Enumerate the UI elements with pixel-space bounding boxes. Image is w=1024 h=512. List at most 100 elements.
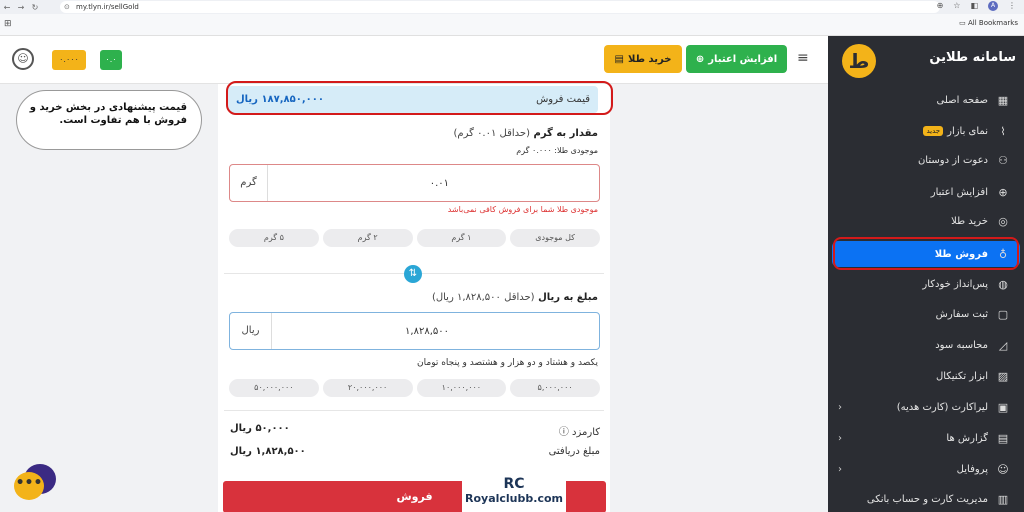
back-icon[interactable]: ← <box>0 3 14 12</box>
grid-icon: ▦ <box>997 93 1009 107</box>
browser-actions: ⊕ ☆ ◧ A ⋮ <box>937 1 1016 11</box>
rial-amount-field[interactable]: ۱,۸۲۸,۵۰۰ ریال <box>229 312 600 350</box>
address-bar[interactable]: ⊙ my.tlyn.ir/sellGold <box>60 1 940 13</box>
url-text: my.tlyn.ir/sellGold <box>76 3 139 11</box>
bookmarks-bar: ⊞ ▭ All Bookmarks <box>0 14 1024 36</box>
bank-card-icon: ▥ <box>997 492 1009 506</box>
chip-2-gram[interactable]: ۲ گرم <box>322 229 413 247</box>
extensions-icon[interactable]: ◧ <box>970 1 978 11</box>
received-amount-value: ۱,۸۲۸,۵۰۰ ریال <box>230 446 306 457</box>
sidebar-item-place-order[interactable]: ▢ ثبت سفارش <box>832 301 1020 327</box>
increase-credit-button[interactable]: ⊕ افزایش اعتبار <box>686 45 787 73</box>
chip-10m-rial[interactable]: ۱۰,۰۰۰,۰۰۰ <box>416 379 507 397</box>
credit-balance-badge[interactable]: ۰.۰ <box>100 50 122 70</box>
users-icon: ⚇ <box>998 153 1008 167</box>
coins-icon: ▤ <box>614 53 624 65</box>
report-icon: ▤ <box>997 431 1009 445</box>
browser-menu-icon[interactable]: ⋮ <box>1008 1 1016 11</box>
gold-balance-badge[interactable]: ۰.۰۰۰ <box>52 50 86 70</box>
sidebar-item-invite-friends[interactable]: ⚇ دعوت از دوستان <box>832 147 1020 173</box>
star-icon[interactable]: ☆ <box>953 1 960 11</box>
watermark-text: Royalclubb.com <box>465 492 563 505</box>
sidebar-item-market-view[interactable]: ⌇ نمای بازار جدید <box>832 118 1020 144</box>
insufficient-balance-error: موجودی طلا شما برای فروش کافی نمی‌باشد <box>447 205 598 214</box>
area-chart-icon: ◿ <box>998 338 1008 352</box>
sidebar-item-increase-credit[interactable]: ⊕ افزایش اعتبار <box>832 179 1020 205</box>
chip-20m-rial[interactable]: ۲۰,۰۰۰,۰۰۰ <box>322 379 413 397</box>
rial-quick-chips: ۵,۰۰۰,۰۰۰ ۱۰,۰۰۰,۰۰۰ ۲۰,۰۰۰,۰۰۰ ۵۰,۰۰۰,۰… <box>229 379 600 397</box>
brand-logo[interactable]: ط <box>842 44 876 78</box>
gram-quick-chips: کل موجودی ۱ گرم ۲ گرم ۵ گرم <box>229 229 600 247</box>
user-icon: ☺ <box>997 462 1009 476</box>
money-bag-icon: ♁ <box>998 247 1008 261</box>
coins-icon: ◎ <box>998 214 1008 228</box>
sidebar: سامانه طلاین ط ▦ صفحه اصلی ⌇ نمای بازار … <box>828 36 1024 512</box>
browser-toolbar: ← → ↻ ⊙ my.tlyn.ir/sellGold ⊕ ☆ ◧ A ⋮ <box>0 0 1024 14</box>
chevron-left-icon: ‹ <box>838 432 842 444</box>
chart-icon: ⌇ <box>1000 124 1006 138</box>
chat-dots-icon: ••• <box>14 472 44 500</box>
chevron-left-icon: ‹ <box>838 463 842 475</box>
received-amount-label: مبلغ دریافتی <box>548 446 600 457</box>
watermark-logo: RC Royalclubb.com <box>462 476 566 512</box>
sidebar-item-profile[interactable]: ☺ پروفایل ‹ <box>832 456 1020 482</box>
hamburger-menu-icon[interactable]: ≡ <box>797 50 809 66</box>
rial-unit-label: ریال <box>230 313 272 349</box>
buy-gold-button[interactable]: ▤ خرید طلا <box>604 45 682 73</box>
sell-price-label: قیمت فروش <box>536 94 590 105</box>
sidebar-item-buy-gold[interactable]: ◎ خرید طلا <box>832 208 1020 234</box>
swap-icon[interactable]: ⇅ <box>404 265 422 283</box>
forward-icon[interactable]: → <box>14 3 28 12</box>
fee-value: ۵۰,۰۰۰ ریال <box>230 423 290 434</box>
fee-row: کارمزد ⓘ ۵۰,۰۰۰ ریال <box>230 423 600 438</box>
gold-balance-text: موجودی طلا: ۰.۰۰۰ گرم <box>516 146 598 155</box>
rial-amount-title: مبلغ به ریال (حداقل ۱,۸۲۸,۵۰۰ ریال) <box>431 292 598 303</box>
amount-in-words: یکصد و هشتاد و دو هزار و هشتصد و پنجاه ت… <box>417 358 598 368</box>
sidebar-item-bank-card[interactable]: ▥ مدیریت کارت و حساب بانکی <box>832 486 1020 512</box>
sidebar-item-home[interactable]: ▦ صفحه اصلی <box>832 87 1020 113</box>
fee-label: کارمزد ⓘ <box>558 427 600 438</box>
chevron-left-icon: ‹ <box>838 401 842 413</box>
sell-price-box: قیمت فروش ۱۸۷,۸۵۰,۰۰۰ ریال <box>228 86 598 113</box>
new-badge: جدید <box>923 126 944 136</box>
sidebar-item-auto-saving[interactable]: ◍ پس‌انداز خودکار <box>832 271 1020 297</box>
chip-50m-rial[interactable]: ۵۰,۰۰۰,۰۰۰ <box>229 379 319 397</box>
sidebar-item-sell-gold[interactable]: ♁ فروش طلا <box>832 241 1020 267</box>
user-account-icon[interactable]: ☺ <box>12 48 34 70</box>
watermark-mark: RC <box>503 476 525 492</box>
piggy-icon: ◍ <box>998 277 1008 291</box>
all-bookmarks-link[interactable]: ▭ All Bookmarks <box>959 19 1018 27</box>
annotation-callout: قیمت پیشنهادی در بخش خرید و فروش با هم ت… <box>16 90 202 150</box>
section-divider <box>224 410 604 411</box>
site-info-icon[interactable]: ⊙ <box>64 1 70 13</box>
sell-price-value: ۱۸۷,۸۵۰,۰۰۰ ریال <box>236 94 324 105</box>
top-header: ☺ ۰.۰۰۰ ۰.۰ ▤ خرید طلا ⊕ افزایش اعتبار ≡ <box>0 36 828 84</box>
gram-amount-title: مقدار به گرم (حداقل ۰.۰۱ گرم) <box>453 128 599 139</box>
sidebar-header: سامانه طلاین ط <box>828 36 1024 84</box>
info-icon[interactable]: ⓘ <box>559 427 569 438</box>
chip-1-gram[interactable]: ۱ گرم <box>416 229 507 247</box>
sidebar-item-reports[interactable]: ▤ گزارش ها ‹ <box>832 425 1020 451</box>
plus-circle-icon: ⊕ <box>998 185 1008 199</box>
sidebar-item-profit-calc[interactable]: ◿ محاسبه سود <box>832 332 1020 358</box>
clipboard-icon: ▢ <box>997 307 1009 321</box>
brand-title: سامانه طلاین <box>929 50 1016 65</box>
sidebar-item-gift-card[interactable]: ▣ لیراکارت (کارت هدیه) ‹ <box>832 394 1020 420</box>
rial-amount-value: ۱,۸۲۸,۵۰۰ <box>405 325 449 337</box>
apps-icon[interactable]: ⊞ <box>4 19 12 29</box>
received-amount-row: مبلغ دریافتی ۱,۸۲۸,۵۰۰ ریال <box>230 446 600 457</box>
line-chart-icon: ▨ <box>997 369 1009 383</box>
sidebar-item-technical-tools[interactable]: ▨ ابزار تکنیکال <box>832 363 1020 389</box>
profile-avatar[interactable]: A <box>988 1 998 11</box>
gram-unit-label: گرم <box>230 165 268 201</box>
reload-icon[interactable]: ↻ <box>28 3 42 12</box>
chip-5m-rial[interactable]: ۵,۰۰۰,۰۰۰ <box>510 379 600 397</box>
support-chat-button[interactable]: ••• <box>12 464 58 500</box>
chip-5-gram[interactable]: ۵ گرم <box>229 229 319 247</box>
gram-amount-field[interactable]: ۰.۰۱ گرم <box>229 164 600 202</box>
gram-amount-value: ۰.۰۱ <box>429 177 449 189</box>
gift-icon: ▣ <box>997 400 1009 414</box>
chip-all-balance[interactable]: کل موجودی <box>510 229 600 247</box>
plus-circle-icon: ⊕ <box>695 53 705 65</box>
zoom-icon[interactable]: ⊕ <box>937 1 944 11</box>
